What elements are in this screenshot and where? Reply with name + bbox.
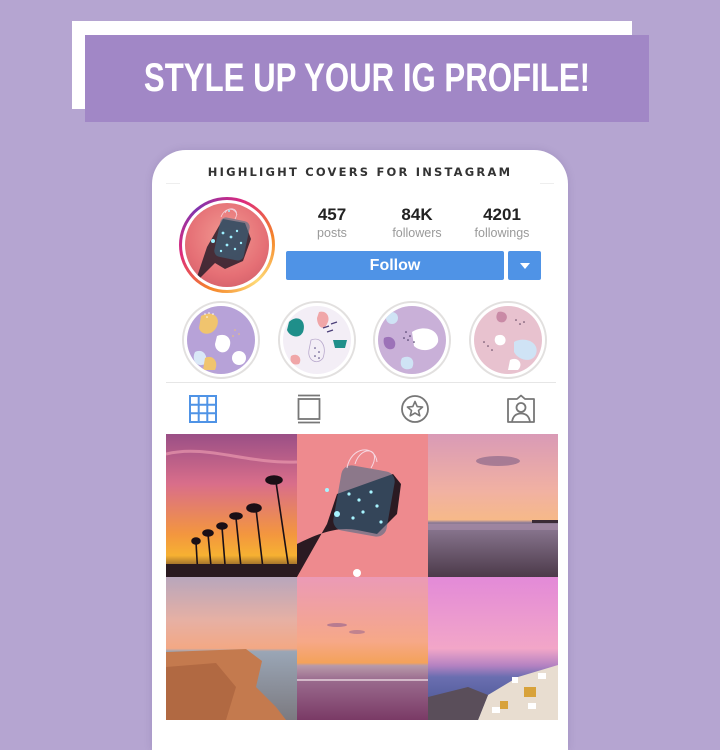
tab-favorites[interactable] xyxy=(398,392,432,426)
stat-label: posts xyxy=(317,226,347,240)
header-divider-right xyxy=(540,183,554,184)
phone-frame: HIGHLIGHT COVERS FOR INSTAGRAM 457 posts… xyxy=(152,150,568,750)
post-thumbnail[interactable] xyxy=(166,577,297,720)
suggestions-dropdown-button[interactable] xyxy=(508,251,541,280)
post-thumbnail[interactable] xyxy=(297,434,428,577)
tab-grid[interactable] xyxy=(186,392,220,426)
highlight-image xyxy=(282,306,351,374)
tab-feed[interactable] xyxy=(292,392,326,426)
highlight-cover-1[interactable] xyxy=(182,301,260,379)
post-thumbnail[interactable] xyxy=(297,577,428,720)
follow-button[interactable]: Follow xyxy=(286,251,504,280)
highlight-image xyxy=(187,306,255,374)
stat-value: 4201 xyxy=(483,205,521,224)
stat-label: followers xyxy=(392,226,442,240)
post-thumbnail[interactable] xyxy=(428,577,558,720)
caret-down-icon xyxy=(519,262,530,269)
stat-value: 84K xyxy=(401,205,433,224)
stat-label: followings xyxy=(474,226,530,240)
stat-value: 457 xyxy=(317,205,347,224)
highlight-cover-3[interactable] xyxy=(373,301,452,379)
tab-tagged[interactable] xyxy=(504,392,538,426)
highlight-image xyxy=(378,306,447,374)
posts-grid xyxy=(166,434,558,720)
avatar-ring-gap xyxy=(182,200,272,290)
grid-icon xyxy=(189,395,217,423)
phone-header: HIGHLIGHT COVERS FOR INSTAGRAM xyxy=(207,165,513,179)
feed-icon xyxy=(297,394,321,424)
star-icon xyxy=(401,395,429,423)
highlight-image xyxy=(473,306,542,374)
highlight-cover-4[interactable] xyxy=(468,301,547,379)
stat-followers[interactable]: 84K followers xyxy=(377,205,457,241)
header-divider-left xyxy=(166,183,180,184)
avatar[interactable] xyxy=(179,197,275,293)
story-highlights xyxy=(182,301,547,379)
tagged-icon xyxy=(507,394,535,423)
profile-tabs xyxy=(166,390,558,428)
avatar-photo xyxy=(185,203,269,287)
banner: STYLE UP YOUR IG PROFILE! xyxy=(85,35,649,122)
profile-stats: 457 posts 84K followers 4201 followings xyxy=(292,205,542,241)
section-divider xyxy=(166,382,556,383)
post-thumbnail[interactable] xyxy=(428,434,558,577)
stat-posts[interactable]: 457 posts xyxy=(292,205,372,241)
stat-followings[interactable]: 4201 followings xyxy=(462,205,542,241)
post-thumbnail[interactable] xyxy=(166,434,297,577)
banner-title: STYLE UP YOUR IG PROFILE! xyxy=(143,56,591,100)
highlight-cover-2[interactable] xyxy=(277,301,356,379)
